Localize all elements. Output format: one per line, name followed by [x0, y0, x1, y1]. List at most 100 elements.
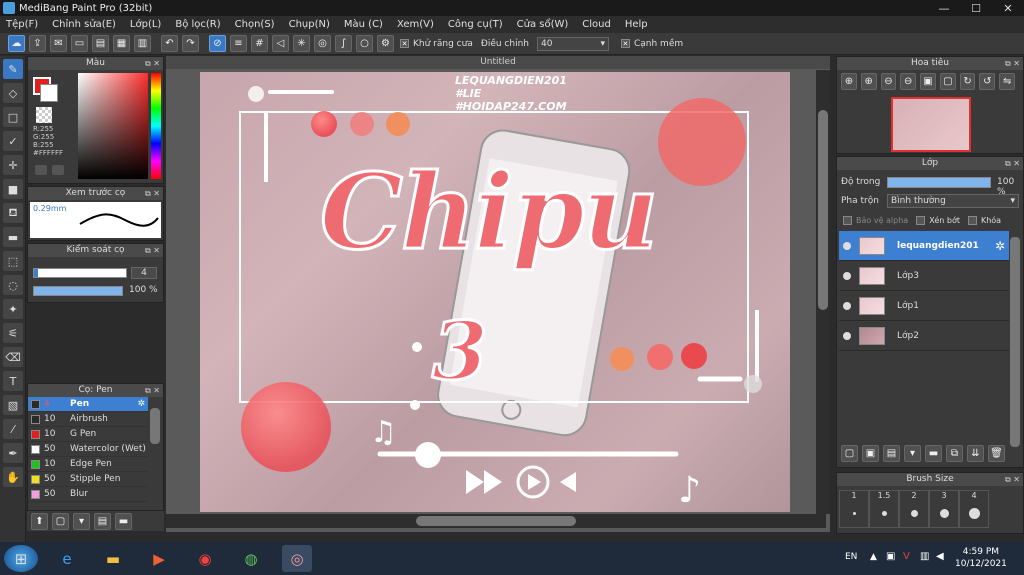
undo-icon[interactable]: ↶: [161, 35, 178, 52]
brush-item-g-pen[interactable]: 10 G Pen: [28, 427, 148, 442]
brush-item-airbrush[interactable]: 10 Airbrush: [28, 412, 148, 427]
soft-edge-checkbox[interactable]: ✕: [620, 39, 630, 48]
eye-icon[interactable]: [843, 301, 851, 310]
eyedropper-tool-icon[interactable]: ⁄: [3, 419, 23, 439]
layer-type-menu-icon[interactable]: ▾: [904, 445, 921, 462]
menu-tools[interactable]: Công cụ(T): [448, 19, 503, 30]
panel-controls-icon[interactable]: ⧉ ✕: [145, 244, 160, 257]
new-halftone-layer-icon[interactable]: ▤: [883, 445, 900, 462]
brush-item-edge-pen[interactable]: 10 Edge Pen: [28, 457, 148, 472]
brush-menu-icon[interactable]: ▾: [73, 512, 90, 530]
layer-list-scrollbar[interactable]: [1010, 237, 1020, 447]
media-player-icon[interactable]: ▶: [144, 545, 174, 572]
minimize-button[interactable]: —: [928, 0, 960, 16]
menu-edit[interactable]: Chỉnh sửa(E): [52, 19, 116, 30]
menu-cloud[interactable]: Cloud: [582, 19, 611, 30]
merge-layer-icon[interactable]: ⇊: [967, 445, 984, 462]
duplicate-layer-icon[interactable]: ⧉: [946, 445, 963, 462]
panel-controls-icon[interactable]: ⧉ ✕: [145, 187, 160, 200]
brush-size-preset-1-5[interactable]: 1.5: [869, 490, 899, 528]
actual-size-icon[interactable]: ▢: [939, 73, 956, 90]
cross-snap-icon[interactable]: #: [251, 35, 268, 52]
medibang-taskbar-icon[interactable]: ◎: [282, 545, 312, 572]
brush-size-preset-1[interactable]: 1: [839, 490, 869, 528]
brush-size-preset-3[interactable]: 3: [929, 490, 959, 528]
brush-item-stipple-pen[interactable]: 50 Stipple Pen: [28, 472, 148, 487]
background-color-swatch[interactable]: [40, 84, 58, 102]
navigator-thumbnail[interactable]: [891, 97, 971, 152]
add-brush-icon[interactable]: ⬆: [31, 512, 48, 530]
canvas-horizontal-scrollbar[interactable]: [166, 514, 826, 528]
volume-icon[interactable]: ◀: [936, 551, 944, 562]
brush-size-input[interactable]: 4: [131, 267, 157, 279]
explorer-icon[interactable]: ▬: [98, 545, 128, 572]
zoom-plus-icon[interactable]: ⊕: [860, 73, 877, 90]
select-tool-icon[interactable]: ⬚: [3, 251, 23, 271]
menu-help[interactable]: Help: [625, 19, 648, 30]
comment-icon[interactable]: ✉: [50, 35, 67, 52]
dot-tool-icon[interactable]: ✓: [3, 131, 23, 151]
tray-arrow-icon[interactable]: ▲: [870, 552, 877, 562]
chrome-icon[interactable]: ◉: [190, 545, 220, 572]
tray-v-icon[interactable]: V: [903, 551, 910, 562]
brush-item-pen[interactable]: 4 Pen ✲: [28, 397, 148, 412]
layer-row-lop1[interactable]: Lớp1: [839, 291, 1009, 321]
network-icon[interactable]: ▥: [920, 551, 929, 562]
panel-controls-icon[interactable]: ⧉ ✕: [1005, 473, 1020, 486]
menu-file[interactable]: Tệp(F): [6, 19, 38, 30]
tray-app-icon[interactable]: ▣: [886, 551, 895, 562]
layer-row-lequangdien201[interactable]: lequangdien201 ✲: [839, 231, 1009, 261]
saturation-value-picker[interactable]: [78, 73, 148, 179]
fill-rect-tool-icon[interactable]: ■: [3, 179, 23, 199]
transparent-swatch[interactable]: [36, 107, 52, 123]
menu-layer[interactable]: Lớp(L): [130, 19, 161, 30]
blend-mode-select[interactable]: Bình thường ▾: [887, 194, 1019, 208]
speech-icon[interactable]: ▭: [71, 35, 88, 52]
magic-wand-tool-icon[interactable]: ✦: [3, 299, 23, 319]
cloud-icon[interactable]: ☁: [8, 35, 25, 52]
brush-size-preset-4[interactable]: 4: [959, 490, 989, 528]
panel-controls-icon[interactable]: ⧉ ✕: [1005, 157, 1020, 170]
page-icon[interactable]: ▤: [92, 35, 109, 52]
radial-snap-icon[interactable]: ✳: [293, 35, 310, 52]
maximize-button[interactable]: ☐: [960, 0, 992, 16]
artwork-canvas[interactable]: ♫ ♪ LEQUANGDIEN201 #LIE #HOIDAP247.COM C…: [200, 72, 790, 512]
layer-row-lop2[interactable]: Lớp2: [839, 321, 1009, 351]
pen-tool-icon[interactable]: ✒: [3, 443, 23, 463]
clock[interactable]: 4:59 PM 10/12/2021: [955, 546, 1007, 570]
bucket-tool-icon[interactable]: ⛾: [3, 203, 23, 223]
eye-icon[interactable]: [843, 271, 851, 280]
vanish-snap-icon[interactable]: ◁: [272, 35, 289, 52]
new-raster-layer-icon[interactable]: ▣: [862, 445, 879, 462]
hue-slider[interactable]: [151, 73, 161, 179]
grid-icon[interactable]: ▥: [134, 35, 151, 52]
zoom-in-icon[interactable]: ⊕: [841, 73, 857, 90]
brush-item-blur[interactable]: 50 Blur: [28, 487, 148, 502]
select-pen-tool-icon[interactable]: ⚟: [3, 323, 23, 343]
menu-snap[interactable]: Chụp(N): [289, 19, 330, 30]
ring-icon[interactable]: ○: [356, 35, 373, 52]
delete-layer-icon[interactable]: 🗑: [988, 445, 1005, 462]
close-button[interactable]: ✕: [992, 0, 1024, 16]
fit-icon[interactable]: ▣: [920, 73, 936, 90]
lasso-tool-icon[interactable]: ◌: [3, 275, 23, 295]
brush-list-scrollbar[interactable]: [150, 408, 160, 444]
start-button[interactable]: ⊞: [4, 545, 38, 572]
antialias-checkbox[interactable]: ✕: [400, 39, 409, 48]
hand-tool-icon[interactable]: ✋: [3, 467, 23, 487]
gear-icon[interactable]: ✲: [995, 239, 1005, 253]
lock-checkbox[interactable]: [967, 216, 977, 225]
ie-icon[interactable]: e: [52, 545, 82, 572]
eye-icon[interactable]: [843, 241, 851, 250]
brush-item-watercolor[interactable]: 50 Watercolor (Wet): [28, 442, 148, 457]
menu-filter[interactable]: Bộ lọc(R): [175, 19, 220, 30]
rect-tool-icon[interactable]: □: [3, 107, 23, 127]
redo-icon[interactable]: ↷: [182, 35, 199, 52]
clip-checkbox[interactable]: [916, 216, 926, 225]
brush-size-preset-2[interactable]: 2: [899, 490, 929, 528]
eraser-tool-icon[interactable]: ◇: [3, 83, 23, 103]
circle-snap-icon[interactable]: ◎: [314, 35, 331, 52]
eye-icon[interactable]: [843, 331, 851, 340]
open-icon[interactable]: ⇪: [29, 35, 46, 52]
new-brush-icon[interactable]: ▢: [52, 512, 69, 530]
